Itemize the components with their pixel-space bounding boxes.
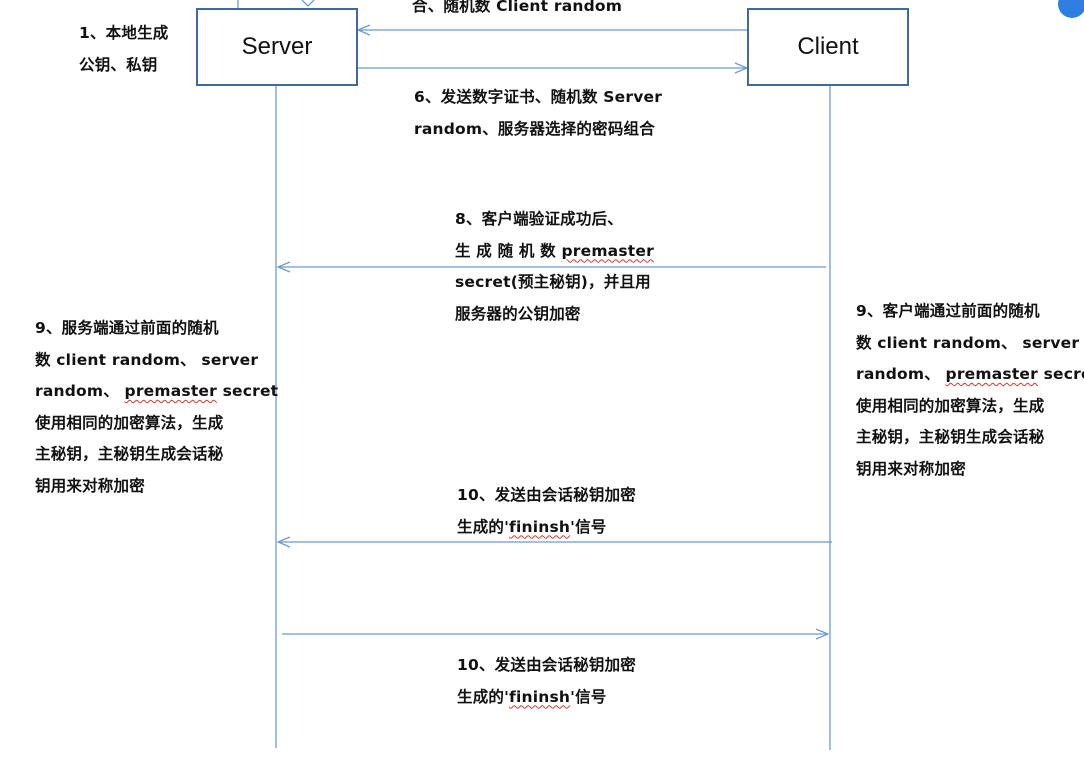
note-text: 生成的' <box>457 687 510 706</box>
note-line: 10、发送由会话秘钥加密 <box>457 656 636 674</box>
note-line: 公钥、私钥 <box>79 55 158 74</box>
note-step8: 8、客户端验证成功后、 生 成 随 机 数 premaster secret(预… <box>455 204 654 330</box>
note-term: premaster <box>124 382 217 400</box>
note-line: random、服务器选择的密码组合 <box>414 119 655 138</box>
note-text: secret <box>217 382 279 400</box>
note-term: premaster <box>561 241 654 260</box>
note-step6: 6、发送数字证书、随机数 Server random、服务器选择的密码组合 <box>414 82 662 145</box>
note-term: fininsh <box>509 517 571 536</box>
note-step9-server: 9、服务端通过前面的随机 数 client random、 server ran… <box>35 313 278 502</box>
note-text: random、 <box>35 382 125 400</box>
note-line: random、 premaster secret <box>856 359 1084 391</box>
note-line: 使用相同的加密算法，生成 <box>856 396 1045 415</box>
note-step9-client: 9、客户端通过前面的随机 数 client random、 server ran… <box>856 296 1084 485</box>
note-client-random: 合、随机数 Client random <box>412 0 622 23</box>
note-text: random、 <box>856 365 946 383</box>
note-line: 主秘钥，主秘钥生成会话秘 <box>856 428 1045 446</box>
note-line: 生 成 随 机 数 premaster <box>455 236 654 268</box>
note-line: 服务器的公钥加密 <box>455 304 581 323</box>
note-line: 9、客户端通过前面的随机 <box>856 302 1040 320</box>
note-text: '信号 <box>570 517 607 536</box>
note-line: 8、客户端验证成功后、 <box>455 210 623 228</box>
note-line: 钥用来对称加密 <box>856 459 966 478</box>
note-line: 9、服务端通过前面的随机 <box>35 319 219 337</box>
note-line: 数 client random、 server <box>35 350 259 369</box>
server-label: Server <box>241 33 313 60</box>
note-text: secret <box>1043 365 1084 383</box>
note-term: fininsh <box>509 687 571 706</box>
note-line: 生成的'fininsh'信号 <box>457 682 636 714</box>
note-line: 钥用来对称加密 <box>35 476 145 495</box>
note-line: 6、发送数字证书、随机数 Server <box>414 88 663 106</box>
note-line: 生成的'fininsh'信号 <box>457 512 636 544</box>
note-term: premaster <box>945 365 1038 383</box>
note-line: 合、随机数 Client random <box>412 0 623 15</box>
note-line: 数 client random、 server <box>856 333 1080 352</box>
note-line: 10、发送由会话秘钥加密 <box>457 486 636 504</box>
note-line: secret(预主秘钥)，并且用 <box>455 273 651 291</box>
note-line: 1、本地生成 <box>79 24 169 42</box>
note-text: 生 成 随 机 数 <box>455 241 562 260</box>
note-line: 使用相同的加密算法，生成 <box>35 413 224 432</box>
note-step1: 1、本地生成 公钥、私钥 <box>79 18 169 81</box>
note-line: random、 premaster secret <box>35 376 278 408</box>
client-label: Client <box>797 33 859 60</box>
top-connector-arrow <box>301 0 315 7</box>
client-box: Client <box>747 8 909 86</box>
note-step10-finish-b: 10、发送由会话秘钥加密 生成的'fininsh'信号 <box>457 650 636 713</box>
note-text: 生成的' <box>457 517 510 536</box>
note-step10-finish-a: 10、发送由会话秘钥加密 生成的'fininsh'信号 <box>457 480 636 543</box>
note-text: '信号 <box>570 687 607 706</box>
server-box: Server <box>196 8 358 86</box>
note-line: 主秘钥，主秘钥生成会话秘 <box>35 445 224 463</box>
